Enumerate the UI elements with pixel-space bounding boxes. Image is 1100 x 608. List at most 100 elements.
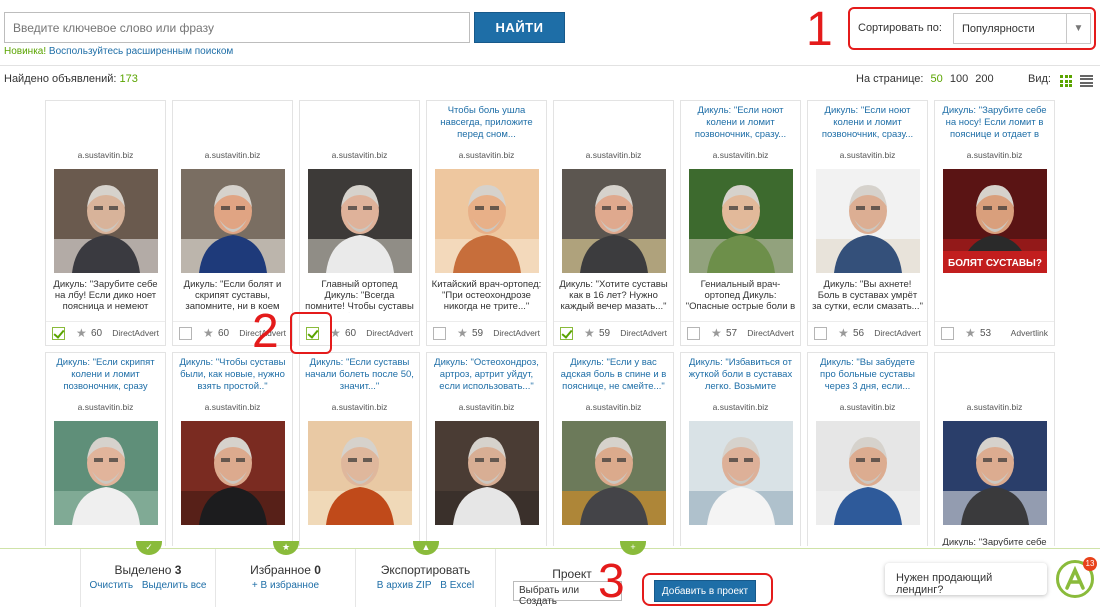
star-icon[interactable]: ★ — [203, 327, 214, 339]
per-page-option-100[interactable]: 100 — [950, 73, 968, 85]
select-checkbox[interactable] — [814, 327, 827, 340]
ad-image[interactable] — [689, 421, 793, 525]
ad-card[interactable]: a.sustavitin.biz Дикуль: "Хотите суставы… — [553, 100, 674, 346]
ad-card[interactable]: a.sustavitin.biz Дикуль: "Зарубите себе … — [45, 100, 166, 346]
ad-image[interactable] — [54, 421, 158, 525]
ad-card[interactable]: Дикуль: "Чтобы суставы были, как новые, … — [172, 352, 293, 546]
ad-image[interactable]: БОЛЯТ СУСТАВЫ? — [943, 169, 1047, 273]
ad-card[interactable]: Дикуль: "Избавиться от жуткой боли в сус… — [680, 352, 801, 546]
ad-card[interactable]: Дикуль: "Если ноют колени и ломит позвон… — [680, 100, 801, 346]
ad-title[interactable]: Дикуль: "Зарубите себе на носу! Если лом… — [939, 105, 1050, 145]
star-icon[interactable]: ★ — [76, 327, 87, 339]
ad-image[interactable] — [308, 169, 412, 273]
ad-title[interactable]: Дикуль: "Остеохондроз, артроз, артрит уй… — [431, 357, 542, 397]
ad-image[interactable] — [943, 421, 1047, 525]
ad-card[interactable]: Дикуль: "Если у вас адская боль в спине … — [553, 352, 674, 546]
star-icon[interactable]: ★ — [711, 327, 722, 339]
ad-title[interactable]: Дикуль: "Если у вас адская боль в спине … — [558, 357, 669, 397]
select-checkbox[interactable] — [560, 327, 573, 340]
ad-network: DirectAdvert — [112, 328, 159, 338]
favorites-section: ★ Избранное 0 + В избранное — [216, 541, 356, 607]
search-input[interactable] — [4, 12, 470, 43]
sort-select[interactable]: Популярности ▼ — [953, 13, 1091, 44]
ad-card[interactable]: Дикуль: "Вы забудете про больные суставы… — [807, 352, 928, 546]
ad-card[interactable]: Дикуль: "Если суставы начали болеть посл… — [299, 352, 420, 546]
ad-title[interactable] — [939, 357, 1050, 397]
chat-prompt[interactable]: Нужен продающий лендинг? — [885, 563, 1047, 596]
ad-score: 60 — [91, 328, 103, 339]
star-icon[interactable]: ★ — [838, 327, 849, 339]
ad-title[interactable] — [304, 105, 415, 145]
ad-description — [304, 531, 415, 546]
results-status: Найдено объявлений: 173 На странице: 50 … — [0, 72, 1100, 90]
ad-score: 59 — [599, 328, 611, 339]
star-icon: ★ — [273, 541, 299, 555]
ad-image[interactable] — [562, 421, 666, 525]
ad-image[interactable] — [816, 169, 920, 273]
ad-title[interactable]: Дикуль: "Избавиться от жуткой боли в сус… — [685, 357, 796, 397]
export-excel-link[interactable]: В Excel — [440, 580, 474, 591]
ad-card[interactable]: Дикуль: "Остеохондроз, артроз, артрит уй… — [426, 352, 547, 546]
ad-title[interactable]: Дикуль: "Если ноют колени и ломит позвон… — [812, 105, 923, 145]
per-page-option-50[interactable]: 50 — [931, 73, 943, 85]
ad-description: Гениальный врач-ортопед Дикуль: "Опасные… — [685, 279, 796, 313]
star-icon[interactable]: ★ — [965, 327, 976, 339]
advanced-search-link[interactable]: Воспользуйтесь расширенным поиском — [49, 46, 233, 57]
ad-domain: a.sustavitin.biz — [204, 402, 261, 412]
select-all-link[interactable]: Выделить все — [142, 580, 207, 591]
ads-grid: a.sustavitin.biz Дикуль: "Зарубите себе … — [44, 100, 1064, 546]
ad-title[interactable]: Дикуль: "Если скрипят колени и ломит поз… — [50, 357, 161, 397]
ad-image[interactable] — [435, 169, 539, 273]
select-checkbox[interactable] — [687, 327, 700, 340]
search-button[interactable]: НАЙТИ — [474, 12, 565, 43]
ad-card[interactable]: Дикуль: "Если ноют колени и ломит позвон… — [807, 100, 928, 346]
ad-image[interactable] — [54, 169, 158, 273]
ad-title[interactable]: Дикуль: "Чтобы суставы были, как новые, … — [177, 357, 288, 397]
ad-domain: a.sustavitin.biz — [458, 150, 515, 160]
per-page-option-200[interactable]: 200 — [975, 73, 993, 85]
ad-image[interactable] — [181, 169, 285, 273]
list-view-icon[interactable] — [1080, 75, 1093, 87]
annotation-number-3: 3 — [598, 555, 625, 608]
annotation-number-1: 1 — [806, 3, 833, 56]
select-checkbox[interactable] — [179, 327, 192, 340]
ad-image[interactable] — [181, 421, 285, 525]
ad-image[interactable] — [689, 169, 793, 273]
add-to-project-button[interactable]: Добавить в проект — [654, 580, 756, 602]
star-icon[interactable]: ★ — [584, 327, 595, 339]
ad-image[interactable] — [816, 421, 920, 525]
export-zip-link[interactable]: В архив ZIP — [377, 580, 432, 591]
favorites-caption: Избранное 0 — [250, 563, 321, 577]
select-checkbox[interactable] — [433, 327, 446, 340]
ad-card[interactable]: Дикуль: "Зарубите себе на носу! Если лом… — [934, 100, 1055, 346]
ad-image[interactable] — [308, 421, 412, 525]
ad-card[interactable]: Дикуль: "Если скрипят колени и ломит поз… — [45, 352, 166, 546]
ad-image[interactable] — [562, 169, 666, 273]
star-icon[interactable]: ★ — [457, 327, 468, 339]
select-checkbox[interactable] — [52, 327, 65, 340]
select-checkbox[interactable] — [941, 327, 954, 340]
ad-domain: a.sustavitin.biz — [77, 150, 134, 160]
top-bar: НАЙТИ Новинка! Воспользуйтесь расширенны… — [0, 0, 1100, 66]
clear-selection-link[interactable]: Очистить — [90, 580, 134, 591]
ad-domain: a.sustavitin.biz — [966, 150, 1023, 160]
ad-card[interactable]: Чтобы боль ушла навсегда, приложите пере… — [426, 100, 547, 346]
ad-title[interactable]: Чтобы боль ушла навсегда, приложите пере… — [431, 105, 542, 145]
ad-score: 60 — [218, 328, 230, 339]
ad-description — [685, 531, 796, 546]
grid-view-icon[interactable] — [1060, 75, 1072, 87]
add-to-favorites-link[interactable]: + В избранное — [252, 580, 319, 591]
ad-title[interactable]: Дикуль: "Вы забудете про больные суставы… — [812, 357, 923, 397]
ad-description: Главный ортопед Дикуль: "Всегда помните!… — [305, 279, 414, 313]
ad-title[interactable] — [50, 105, 161, 145]
ad-card[interactable]: a.sustavitin.biz Дикуль: "Зарубите себе … — [934, 352, 1055, 546]
ad-title[interactable]: Дикуль: "Если ноют колени и ломит позвон… — [685, 105, 796, 145]
ad-image[interactable] — [435, 421, 539, 525]
ad-domain: a.sustavitin.biz — [331, 402, 388, 412]
ad-title[interactable]: Дикуль: "Если суставы начали болеть посл… — [304, 357, 415, 397]
ad-card[interactable]: a.sustavitin.biz Главный ортопед Дикуль:… — [299, 100, 420, 346]
ad-title[interactable] — [177, 105, 288, 145]
ad-domain: a.sustavitin.biz — [458, 402, 515, 412]
ad-title[interactable] — [558, 105, 669, 145]
chat-avatar[interactable]: 13 — [1056, 557, 1097, 598]
